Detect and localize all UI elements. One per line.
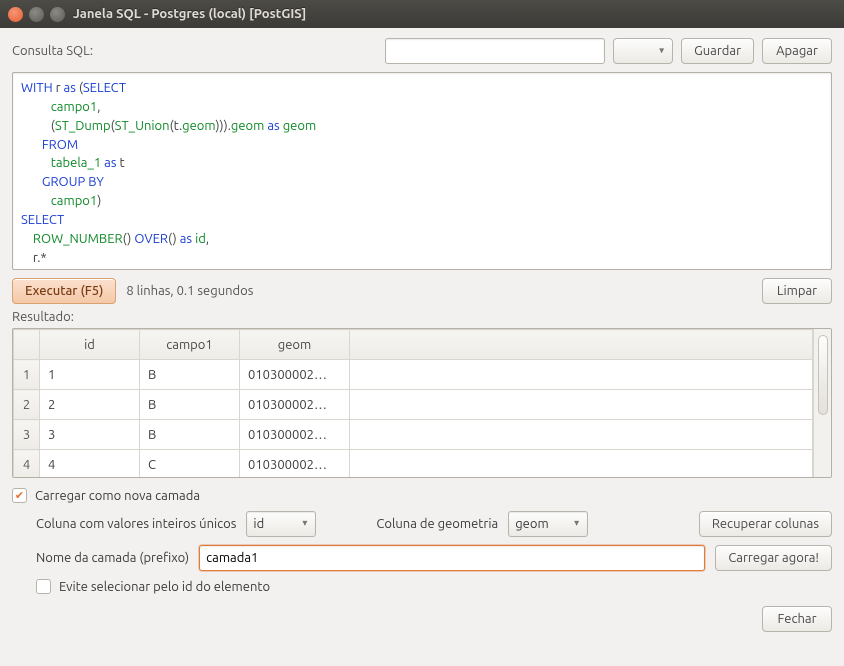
col-campo1[interactable]: campo1 <box>140 330 240 360</box>
history-input[interactable] <box>385 38 605 64</box>
uid-col-label: Coluna com valores inteiros únicos <box>36 517 236 531</box>
cell-geom: 010300002… <box>240 420 350 450</box>
uid-col-value: id <box>253 517 264 531</box>
layer-name-input[interactable] <box>199 545 705 571</box>
table-row[interactable]: 33B010300002… <box>14 420 813 450</box>
maximize-icon[interactable] <box>50 7 65 22</box>
cell-geom: 010300002… <box>240 450 350 478</box>
window-controls <box>8 7 65 22</box>
layer-name-label: Nome da camada (prefixo) <box>36 551 189 565</box>
col-blank <box>350 330 813 360</box>
table-row[interactable]: 22B010300002… <box>14 390 813 420</box>
cell-geom: 010300002… <box>240 360 350 390</box>
row-number: 4 <box>14 450 40 478</box>
close-icon[interactable] <box>8 7 23 22</box>
row-number: 3 <box>14 420 40 450</box>
result-label: Resultado: <box>12 310 832 324</box>
result-scrollbar[interactable] <box>813 329 831 477</box>
consult-label: Consulta SQL: <box>12 44 93 58</box>
load-as-layer-label: Carregar como nova camada <box>35 489 200 503</box>
close-button[interactable]: Fechar <box>762 606 832 632</box>
recover-columns-button[interactable]: Recuperar colunas <box>699 511 832 537</box>
result-table-container: id campo1 geom 11B010300002…22B010300002… <box>12 328 832 478</box>
uid-col-dropdown[interactable]: id <box>246 511 316 537</box>
cell-campo1: B <box>140 390 240 420</box>
geom-col-label: Coluna de geometria <box>376 517 498 531</box>
execute-button[interactable]: Executar (F5) <box>12 278 116 304</box>
cell-id: 1 <box>40 360 140 390</box>
minimize-icon[interactable] <box>29 7 44 22</box>
table-row[interactable]: 11B010300002… <box>14 360 813 390</box>
history-dropdown-button[interactable] <box>613 38 673 64</box>
geom-col-value: geom <box>515 517 548 531</box>
load-now-button[interactable]: Carregar agora! <box>715 545 832 571</box>
table-row[interactable]: 44C010300002… <box>14 450 813 478</box>
avoid-pk-label: Evite selecionar pelo id do elemento <box>59 580 270 594</box>
result-table: id campo1 geom 11B010300002…22B010300002… <box>13 329 813 477</box>
cell-id: 2 <box>40 390 140 420</box>
cell-campo1: B <box>140 360 240 390</box>
titlebar: Janela SQL - Postgres (local) [PostGIS] <box>0 0 844 28</box>
load-as-layer-checkbox[interactable] <box>12 488 27 503</box>
cell-id: 3 <box>40 420 140 450</box>
cell-campo1: C <box>140 450 240 478</box>
cell-id: 4 <box>40 450 140 478</box>
row-number: 1 <box>14 360 40 390</box>
clear-button[interactable]: Limpar <box>762 278 832 304</box>
col-id[interactable]: id <box>40 330 140 360</box>
cell-geom: 010300002… <box>240 390 350 420</box>
cell-campo1: B <box>140 420 240 450</box>
save-button[interactable]: Guardar <box>681 38 754 64</box>
col-geom[interactable]: geom <box>240 330 350 360</box>
row-number: 2 <box>14 390 40 420</box>
geom-col-dropdown[interactable]: geom <box>508 511 588 537</box>
window-title: Janela SQL - Postgres (local) [PostGIS] <box>73 7 306 21</box>
delete-button[interactable]: Apagar <box>762 38 832 64</box>
execute-status: 8 linhas, 0.1 segundos <box>126 284 253 298</box>
avoid-pk-checkbox[interactable] <box>36 579 51 594</box>
sql-editor[interactable]: WITH r as (SELECT campo1, (ST_Dump(ST_Un… <box>12 72 832 270</box>
result-corner <box>14 330 40 360</box>
